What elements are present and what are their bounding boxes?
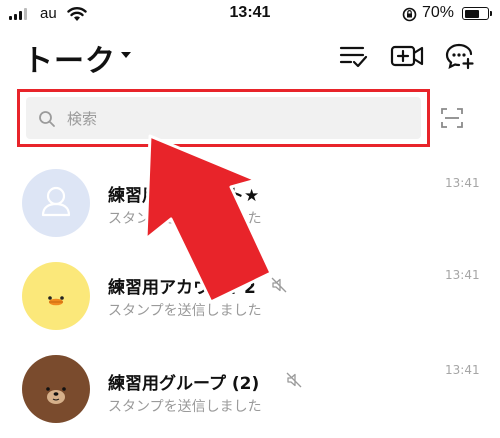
search-input[interactable]: 検索 xyxy=(26,97,421,139)
chat-list-item[interactable]: 練習用アカウント★ スタンプを送信しました 13:41 xyxy=(0,165,500,255)
status-bar: au 13:41 70% xyxy=(0,0,500,30)
video-call-icon[interactable] xyxy=(390,42,424,70)
new-chat-icon[interactable] xyxy=(445,42,475,70)
battery-icon xyxy=(462,7,492,20)
chevron-down-icon[interactable] xyxy=(121,52,131,58)
search-icon xyxy=(39,111,55,127)
battery-level xyxy=(464,9,480,18)
brown-bear-avatar xyxy=(22,355,90,423)
chat-time: 13:41 xyxy=(445,363,480,377)
chat-preview: スタンプを送信しました xyxy=(108,303,262,319)
qr-scan-icon[interactable] xyxy=(440,106,464,130)
chat-list-item[interactable]: 練習用グループ (2) スタンプを送信しました 13:41 xyxy=(0,348,500,438)
default-person-icon xyxy=(22,169,90,237)
rotation-lock-icon xyxy=(402,7,417,22)
chat-time: 13:41 xyxy=(445,176,480,190)
edit-list-icon[interactable] xyxy=(339,42,369,70)
chat-name: 練習用グループ (2) xyxy=(108,374,260,394)
mute-icon xyxy=(271,277,287,293)
chat-preview: スタンプを送信しました xyxy=(108,211,262,227)
sally-chick-avatar xyxy=(22,262,90,330)
chat-name: 練習用アカウント★ xyxy=(108,186,260,206)
chat-name: 練習用アカウント2 xyxy=(108,278,256,298)
mute-icon xyxy=(286,372,302,388)
chat-time: 13:41 xyxy=(445,268,480,282)
search-placeholder: 検索 xyxy=(67,110,98,128)
page-title[interactable]: トーク xyxy=(23,36,116,80)
battery-percent: 70% xyxy=(422,4,455,21)
chat-list-item[interactable]: 練習用アカウント2 スタンプを送信しました 13:41 xyxy=(0,257,500,347)
search-highlight-frame: 検索 xyxy=(17,89,430,147)
chat-preview: スタンプを送信しました xyxy=(108,399,262,415)
